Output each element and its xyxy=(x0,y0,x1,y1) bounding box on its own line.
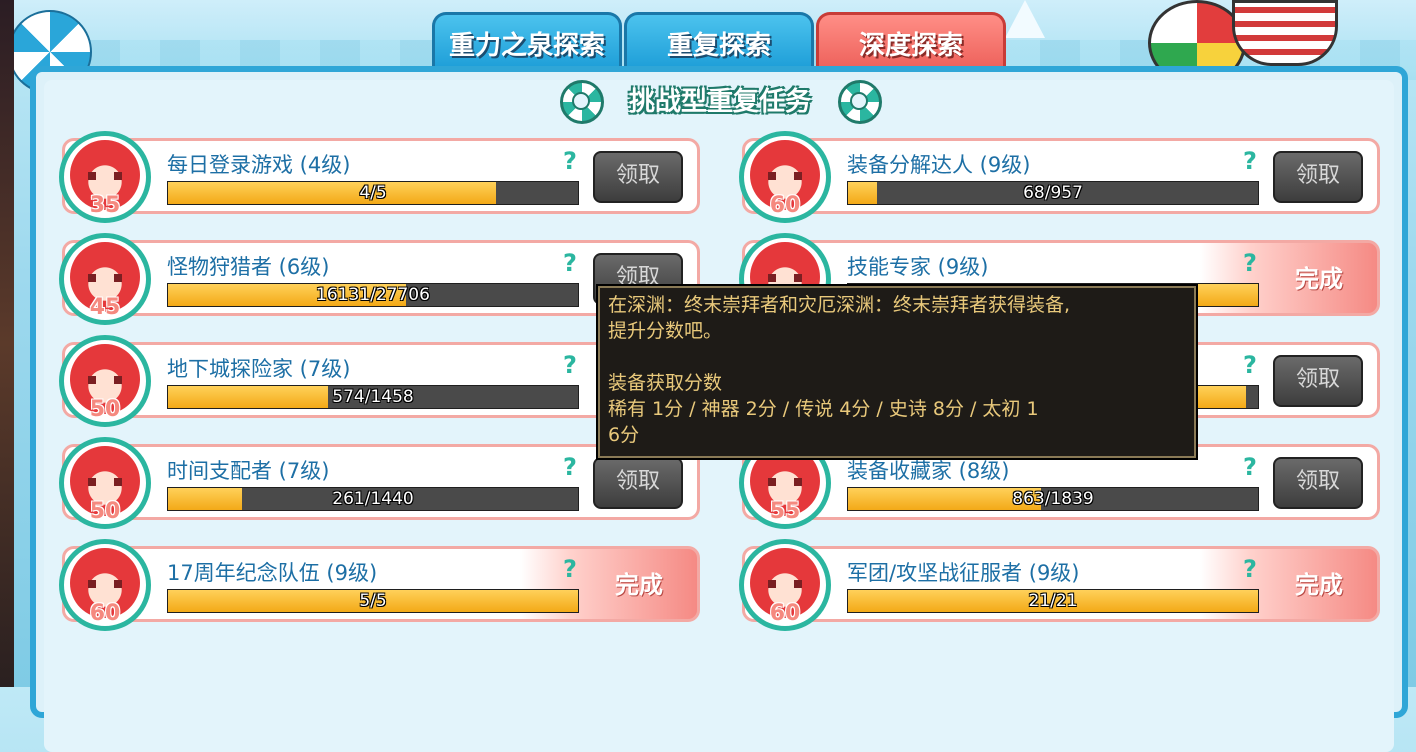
mission-level-badge: 50 xyxy=(89,499,121,524)
claim-reward-button[interactable]: 领取 xyxy=(1273,457,1363,509)
tooltip-line-3: 装备获取分数 xyxy=(608,372,723,394)
mission-title: 每日登录游戏 (4级) xyxy=(167,153,351,177)
mission-complete-label: 完成 xyxy=(1295,571,1343,599)
portrait-eyes xyxy=(88,580,122,588)
portrait-eyes xyxy=(768,172,802,180)
mission-avatar: 35 xyxy=(59,131,151,223)
mission-complete-label: 完成 xyxy=(615,571,663,599)
mission-level-badge: 55 xyxy=(769,499,801,524)
mission-progress-text: 261/1440 xyxy=(332,489,414,509)
mission-level-badge: 45 xyxy=(89,295,121,320)
mission-card: 60 装备分解达人 (9级)? 68/957 领取 xyxy=(739,131,1380,223)
mission-level-badge: 60 xyxy=(769,193,801,218)
mission-title: 地下城探险家 (7级) xyxy=(167,357,351,381)
mission-avatar: 45 xyxy=(59,233,151,325)
left-edge-strip xyxy=(0,0,14,687)
tooltip-line-4: 稀有 1分 / 神器 2分 / 传说 4分 / 史诗 8分 / 太初 1 xyxy=(608,398,1039,420)
tab-deep-explore[interactable]: 深度探索 xyxy=(816,12,1006,73)
portrait-eyes xyxy=(88,172,122,180)
mission-progress-text: 21/21 xyxy=(1028,591,1078,611)
mission-progress-bar: 5/5 xyxy=(167,589,579,613)
tooltip-line-2: 提升分数吧。 xyxy=(608,320,723,342)
portrait-eyes xyxy=(88,376,122,384)
mission-progress-bar: 261/1440 xyxy=(167,487,579,511)
mission-title: 装备收藏家 (8级) xyxy=(847,459,1010,483)
portrait-eyes xyxy=(768,580,802,588)
mission-avatar: 60 xyxy=(739,539,831,631)
mission-avatar: 50 xyxy=(59,437,151,529)
help-question-icon[interactable]: ? xyxy=(1243,351,1257,379)
portrait-eyes xyxy=(768,274,802,282)
mission-title: 怪物狩猎者 (6级) xyxy=(167,255,330,279)
mission-title: 时间支配者 (7级) xyxy=(167,459,330,483)
mission-complete-label: 完成 xyxy=(1295,265,1343,293)
portrait-eyes xyxy=(768,478,802,486)
mission-avatar: 60 xyxy=(59,539,151,631)
help-question-icon[interactable]: ? xyxy=(563,351,577,379)
mission-title: 17周年纪念队伍 (9级) xyxy=(167,561,378,585)
mission-title: 技能专家 (9级) xyxy=(847,255,989,279)
mission-progress-text: 5/5 xyxy=(359,591,387,611)
claim-reward-button[interactable]: 领取 xyxy=(1273,355,1363,407)
mission-progress-bar: 21/21 xyxy=(847,589,1259,613)
tooltip-line-1: 在深渊：终末崇拜者和灾厄深渊：终末崇拜者获得装备, xyxy=(608,294,1071,316)
mission-title: 军团/攻坚战征服者 (9级) xyxy=(847,561,1080,585)
help-question-icon[interactable]: ? xyxy=(563,147,577,175)
mission-card: 60 军团/攻坚战征服者 (9级)? 21/21 完成 xyxy=(739,539,1380,631)
mission-progress-text: 16131/27706 xyxy=(316,285,430,305)
mission-level-badge: 35 xyxy=(89,193,121,218)
claim-reward-button[interactable]: 领取 xyxy=(593,151,683,203)
lifebuoy-icon-right xyxy=(838,80,882,124)
mission-progress-bar: 68/957 xyxy=(847,181,1259,205)
help-question-icon[interactable]: ? xyxy=(563,249,577,277)
mission-progress-bar: 4/5 xyxy=(167,181,579,205)
mission-progress-text: 863/1839 xyxy=(1012,489,1094,509)
portrait-eyes xyxy=(88,274,122,282)
sailboat-decoration xyxy=(1005,0,1045,38)
mission-progress-text: 68/957 xyxy=(1023,183,1083,203)
help-question-icon[interactable]: ? xyxy=(563,453,577,481)
mission-progress-bar: 574/1458 xyxy=(167,385,579,409)
claim-reward-button[interactable]: 领取 xyxy=(1273,151,1363,203)
mission-card: 35 每日登录游戏 (4级)? 4/5 领取 xyxy=(59,131,700,223)
mission-progress-bar: 863/1839 xyxy=(847,487,1259,511)
help-question-icon[interactable]: ? xyxy=(1243,453,1257,481)
help-question-icon[interactable]: ? xyxy=(1243,147,1257,175)
mission-avatar: 60 xyxy=(739,131,831,223)
panel-heading: 挑战型重复任务 xyxy=(628,87,811,117)
mission-level-badge: 60 xyxy=(769,601,801,626)
mission-title: 装备分解达人 (9级) xyxy=(847,153,1031,177)
mascot-decoration xyxy=(1232,0,1338,66)
mission-level-badge: 50 xyxy=(89,397,121,422)
mission-avatar: 50 xyxy=(59,335,151,427)
mission-progress-bar: 16131/27706 xyxy=(167,283,579,307)
tab-gravity-spring[interactable]: 重力之泉探索 xyxy=(432,12,622,73)
mission-level-badge: 60 xyxy=(89,601,121,626)
mission-progress-text: 574/1458 xyxy=(332,387,414,407)
mission-progress-text: 4/5 xyxy=(359,183,387,203)
mission-card: 60 17周年纪念队伍 (9级)? 5/5 完成 xyxy=(59,539,700,631)
tab-repeat-explore[interactable]: 重复探索 xyxy=(624,12,814,73)
tooltip-box: 在深渊：终末崇拜者和灾厄深渊：终末崇拜者获得装备, 提升分数吧。 装备获取分数 … xyxy=(598,286,1196,458)
claim-reward-button[interactable]: 领取 xyxy=(593,457,683,509)
portrait-eyes xyxy=(88,478,122,486)
tooltip-line-5: 6分 xyxy=(608,424,640,446)
